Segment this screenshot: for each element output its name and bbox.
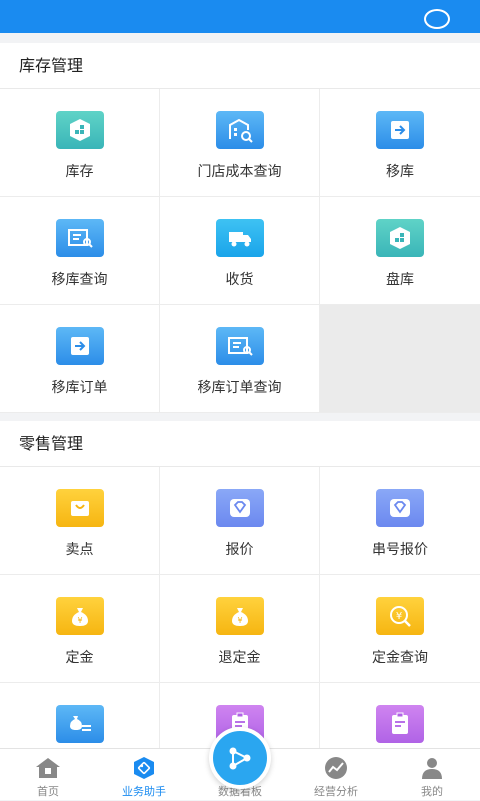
nav-label: 经营分析 [314, 785, 358, 798]
svg-text:¥: ¥ [237, 616, 242, 625]
main-content[interactable]: 库存管理 库存 门店成本查询 移库 移库查询 收货 盘库 移库订单 移库订单查询… [0, 43, 480, 748]
grid-item-label: 收货 [225, 272, 254, 288]
grid-item-store-cost-query[interactable]: 门店成本查询 [160, 89, 320, 197]
grid-item-label: 定金查询 [372, 650, 428, 666]
grid-item-selling-point[interactable]: 卖点 [0, 467, 160, 575]
analysis-chart-icon [323, 756, 349, 780]
inventory-grid: 库存 门店成本查询 移库 移库查询 收货 盘库 移库订单 移库订单查询 [0, 89, 480, 413]
transfer-icon [376, 111, 424, 149]
grid-item-quote[interactable]: 报价 [160, 467, 320, 575]
grid-item-label: 卖点 [65, 542, 94, 558]
grid-item-transfer[interactable]: 移库 [320, 89, 480, 197]
delivery-truck-icon [215, 219, 264, 257]
grid-item-label: 库存 [65, 164, 94, 180]
grid-item-money-hand[interactable] [0, 683, 160, 748]
svg-text:¥: ¥ [396, 611, 402, 622]
home-icon [35, 756, 61, 780]
grid-item-label: 报价 [225, 542, 254, 558]
grid-item-receive-goods[interactable]: 收货 [160, 197, 320, 305]
nav-item-assistant[interactable]: 业务助手 [96, 749, 192, 801]
grid-item-transfer-order[interactable]: 移库订单 [0, 305, 160, 413]
retail-grid: 卖点 报价 串号报价 ¥ 定金 ¥ 退定金 ¥ 定金查询 [0, 467, 480, 748]
profile-person-icon [419, 756, 445, 780]
grid-item-label: 门店成本查询 [197, 164, 282, 180]
grid-item-clipboard-check[interactable] [320, 683, 480, 748]
store-cost-query-icon [215, 111, 264, 149]
nav-item-analysis[interactable]: 经营分析 [288, 749, 384, 801]
grid-item-transfer-order-query[interactable]: 移库订单查询 [160, 305, 320, 413]
nav-item-home[interactable]: 首页 [0, 749, 96, 801]
grid-empty-cell [320, 305, 480, 413]
grid-item-label: 定金 [65, 650, 94, 666]
svg-text:¥: ¥ [77, 616, 82, 625]
stocktake-box-icon [376, 219, 424, 257]
nav-label: 业务助手 [122, 785, 166, 798]
grid-item-inventory[interactable]: 库存 [0, 89, 160, 197]
top-bar [0, 0, 480, 33]
dashboard-share-icon[interactable] [209, 727, 271, 789]
grid-item-label: 移库订单查询 [197, 380, 282, 396]
grid-item-label: 盘库 [386, 272, 414, 288]
grid-item-refund-deposit[interactable]: ¥ 退定金 [160, 575, 320, 683]
grid-item-deposit-query[interactable]: ¥ 定金查询 [320, 575, 480, 683]
grid-item-stocktake[interactable]: 盘库 [320, 197, 480, 305]
grid-item-label: 串号报价 [372, 542, 428, 558]
grid-item-label: 退定金 [218, 650, 261, 666]
inventory-box-icon [55, 111, 104, 149]
grid-item-transfer-query[interactable]: 移库查询 [0, 197, 160, 305]
deposit-query-icon: ¥ [376, 597, 424, 635]
grid-item-label: 移库查询 [51, 272, 108, 288]
grid-item-label: 移库订单 [51, 380, 108, 396]
nav-label: 首页 [37, 785, 59, 798]
assistant-tag-icon [131, 756, 157, 780]
nav-label: 我的 [421, 785, 443, 798]
serial-quote-diamond-icon [376, 489, 424, 527]
deposit-moneybag-icon: ¥ [55, 597, 104, 635]
transfer-query-icon [55, 219, 104, 257]
top-gap [0, 33, 480, 43]
clipboard-check-icon [376, 705, 424, 743]
transfer-order-icon [55, 327, 104, 365]
grid-item-label: 移库 [386, 164, 414, 180]
transfer-order-query-icon [215, 327, 264, 365]
shopping-bag-icon [55, 489, 104, 527]
grid-item-deposit[interactable]: ¥ 定金 [0, 575, 160, 683]
quote-diamond-icon [215, 489, 264, 527]
refund-deposit-moneybag-icon: ¥ [215, 597, 264, 635]
section-separator [0, 413, 480, 421]
money-hand-icon [55, 705, 104, 743]
grid-item-serial-quote[interactable]: 串号报价 [320, 467, 480, 575]
section-title-inventory: 库存管理 [0, 43, 480, 89]
section-title-retail: 零售管理 [0, 421, 480, 467]
circle-icon[interactable] [424, 9, 450, 29]
nav-item-profile[interactable]: 我的 [384, 749, 480, 801]
